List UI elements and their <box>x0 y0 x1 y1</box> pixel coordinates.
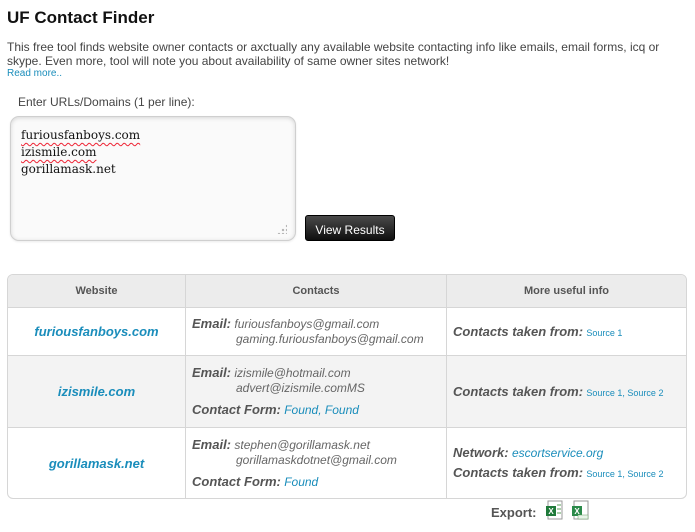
email-value: advert@izismile.comMS <box>236 381 365 395</box>
excel-xls-icon[interactable]: X <box>545 500 563 520</box>
contact-form-label: Contact Form: <box>192 402 281 417</box>
urls-textarea[interactable]: furiousfanboys.com izismile.com gorillam… <box>10 116 296 241</box>
urls-input-label: Enter URLs/Domains (1 per line): <box>18 95 195 109</box>
read-more-link[interactable]: Read more.. <box>7 68 62 79</box>
info-cell: Contacts taken from: Source 1, Source 2 <box>447 356 686 428</box>
source-link[interactable]: Source 1 <box>586 388 622 398</box>
source-link[interactable]: Source 1 <box>586 469 622 479</box>
contacts-taken-label: Contacts taken from: <box>453 324 584 339</box>
table-row: gorillamask.net Email: stephen@gorillama… <box>8 428 686 498</box>
column-header-more-info: More useful info <box>447 275 686 308</box>
contacts-cell: Email: furiousfanboys@gmail.com gaming.f… <box>186 308 447 356</box>
website-link[interactable]: furiousfanboys.com <box>34 324 158 339</box>
contact-form-link[interactable]: Found <box>284 403 318 417</box>
table-row: izismile.com Email: izismile@hotmail.com… <box>8 356 686 428</box>
contact-form-label: Contact Form: <box>192 473 281 489</box>
svg-text:X: X <box>548 507 554 516</box>
email-label: Email: <box>192 436 232 452</box>
source-link[interactable]: Source 1 <box>586 328 622 338</box>
contact-form-link[interactable]: Found <box>325 403 359 417</box>
email-value: furiousfanboys@gmail.com <box>234 317 380 331</box>
column-header-contacts: Contacts <box>186 275 447 308</box>
network-link[interactable]: escortservice.org <box>512 446 603 460</box>
website-cell: furiousfanboys.com <box>8 308 186 356</box>
website-cell: gorillamask.net <box>8 428 186 498</box>
url-line: furiousfanboys.com <box>21 128 141 142</box>
contacts-taken-label: Contacts taken from: <box>453 384 584 399</box>
page-title: UF Contact Finder <box>7 8 155 27</box>
column-header-website: Website <box>8 275 186 308</box>
export-label: Export: <box>491 505 537 520</box>
source-link[interactable]: Source 2 <box>627 469 663 479</box>
email-value: gaming.furiousfanboys@gmail.com <box>236 332 424 346</box>
url-line: gorillamask.net <box>21 162 116 176</box>
email-value: gorillamaskdotnet@gmail.com <box>236 452 397 467</box>
website-cell: izismile.com <box>8 356 186 428</box>
email-value: stephen@gorillamask.net <box>234 437 370 452</box>
tool-description: This free tool finds website owner conta… <box>7 40 660 68</box>
contact-form-link[interactable]: Found <box>284 475 318 489</box>
contacts-cell: Email: stephen@gorillamask.net gorillama… <box>186 428 447 498</box>
table-header-row: Website Contacts More useful info <box>8 275 686 308</box>
email-label: Email: <box>192 316 232 331</box>
svg-text:X: X <box>574 507 580 516</box>
contacts-taken-label: Contacts taken from: <box>453 464 584 480</box>
email-value: izismile@hotmail.com <box>234 366 351 380</box>
url-line: izismile.com <box>21 145 97 159</box>
csv-icon[interactable]: X <box>571 500 589 520</box>
network-label: Network: <box>453 444 509 460</box>
link-separator: , <box>318 403 325 417</box>
website-link[interactable]: gorillamask.net <box>49 456 144 471</box>
results-table: Website Contacts More useful info furiou… <box>7 274 687 499</box>
email-label: Email: <box>192 365 232 380</box>
info-cell: Network: escortservice.org Contacts take… <box>447 428 686 498</box>
contacts-cell: Email: izismile@hotmail.com advert@izism… <box>186 356 447 428</box>
website-link[interactable]: izismile.com <box>58 384 135 399</box>
table-row: furiousfanboys.com Email: furiousfanboys… <box>8 308 686 356</box>
resize-grip-icon[interactable] <box>277 224 287 234</box>
view-results-button[interactable]: View Results <box>305 215 395 241</box>
info-cell: Contacts taken from: Source 1 <box>447 308 686 356</box>
source-link[interactable]: Source 2 <box>627 388 663 398</box>
